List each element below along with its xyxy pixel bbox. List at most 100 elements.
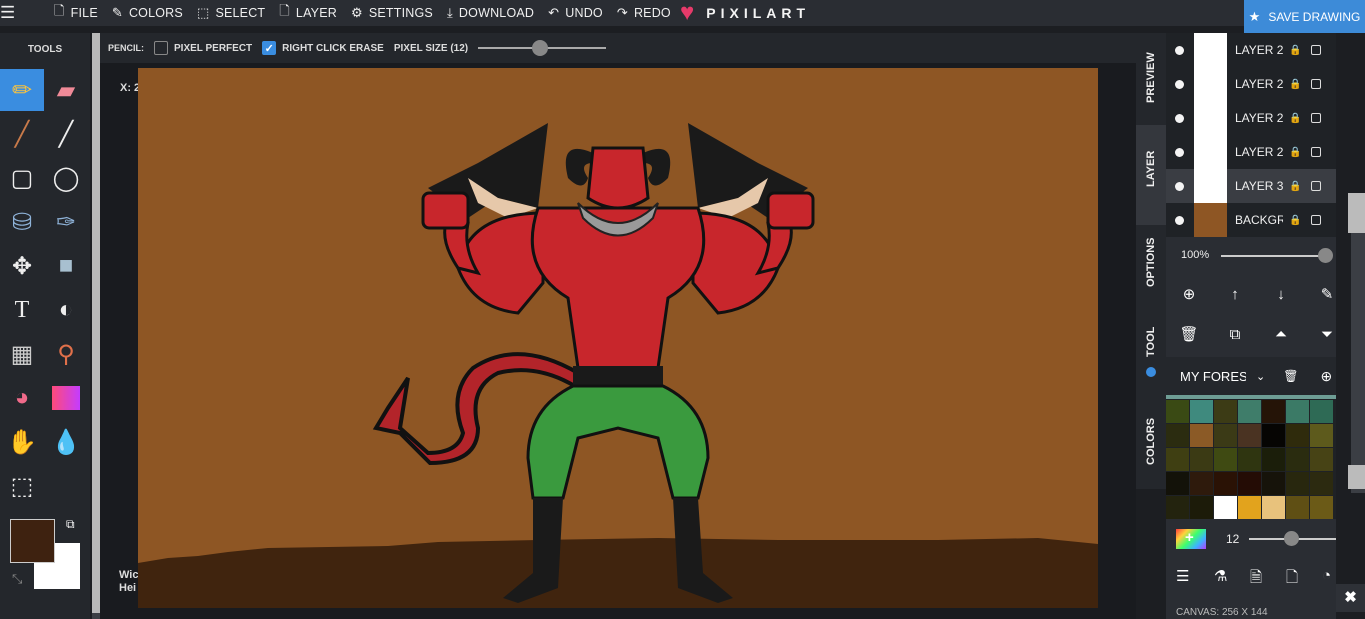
palette-color-swatch[interactable] xyxy=(1310,400,1333,423)
delete-layer-icon[interactable]: 🗑 xyxy=(1179,325,1199,345)
layer-row[interactable]: LAYER 28 🔒 xyxy=(1166,67,1336,101)
palette-color-swatch[interactable] xyxy=(1190,472,1213,495)
palette-color-swatch[interactable] xyxy=(1238,400,1261,423)
palette-color-swatch[interactable] xyxy=(1286,424,1309,447)
tab-layer[interactable]: LAYER xyxy=(1136,125,1166,225)
layer-opacity-slider[interactable] xyxy=(1221,248,1333,263)
merge-up-icon[interactable]: ⏶ xyxy=(1271,325,1291,345)
file-info-icon[interactable]: 🗎 xyxy=(1250,567,1262,592)
palette-color-swatch[interactable] xyxy=(1286,496,1309,519)
palette-name[interactable]: MY FORES xyxy=(1180,369,1246,384)
move-layer-down-icon[interactable]: ↓ xyxy=(1271,285,1291,305)
menu-undo[interactable]: ↶ UNDO xyxy=(548,5,603,21)
right-click-erase-checkbox[interactable]: ✓ xyxy=(262,41,277,55)
move-layer-up-icon[interactable]: ↑ xyxy=(1225,285,1245,305)
add-color-button[interactable]: + xyxy=(1176,529,1206,549)
palette-color-swatch[interactable] xyxy=(1166,424,1189,447)
select-tool[interactable]: ⬚ xyxy=(0,465,44,507)
palette-color-swatch[interactable] xyxy=(1238,496,1261,519)
menu-layer[interactable]: 🗋 LAYER xyxy=(279,2,337,24)
flask-icon[interactable]: ⚗ xyxy=(1214,567,1227,585)
palette-color-swatch[interactable] xyxy=(1310,448,1333,471)
palette-color-swatch[interactable] xyxy=(1166,472,1189,495)
close-icon[interactable]: ✖ xyxy=(1336,584,1365,612)
layer-select-checkbox[interactable] xyxy=(1311,181,1321,191)
visibility-icon[interactable] xyxy=(1175,45,1184,55)
menu-select[interactable]: ⬚ SELECT xyxy=(197,5,265,21)
menu-settings[interactable]: ⚙ SETTINGS xyxy=(351,5,433,21)
layer-select-checkbox[interactable] xyxy=(1311,215,1321,225)
pencil-tool[interactable]: ✏ xyxy=(0,69,44,111)
lighten-tool[interactable]: ◐ xyxy=(44,289,88,331)
visibility-icon[interactable] xyxy=(1175,181,1184,191)
opacity-knob[interactable] xyxy=(1318,248,1333,263)
code-file-icon[interactable]: 🗋 xyxy=(1286,567,1298,592)
save-drawing-button[interactable]: ★ SAVE DRAWING xyxy=(1244,0,1365,33)
scroll-thumb-top[interactable] xyxy=(1348,193,1365,233)
resize-arrows-icon[interactable]: ⤡ xyxy=(12,571,22,587)
layer-select-checkbox[interactable] xyxy=(1311,147,1321,157)
tab-preview[interactable]: PREVIEW xyxy=(1136,33,1166,125)
palette-color-swatch[interactable] xyxy=(1214,472,1237,495)
palette-color-swatch[interactable] xyxy=(1214,424,1237,447)
visibility-icon[interactable] xyxy=(1175,215,1184,225)
palette-color-swatch[interactable] xyxy=(1190,496,1213,519)
add-palette-icon[interactable]: ⊕ xyxy=(1320,368,1332,385)
palette-color-swatch[interactable] xyxy=(1262,448,1285,471)
brush-size-slider[interactable] xyxy=(1249,531,1336,546)
primary-color-swatch[interactable] xyxy=(10,519,55,563)
palette-color-swatch[interactable] xyxy=(1214,496,1237,519)
tab-tool[interactable]: TOOL xyxy=(1136,305,1166,385)
lock-icon[interactable]: 🔒 xyxy=(1289,147,1305,158)
palette-color-swatch[interactable] xyxy=(1238,448,1261,471)
layer-select-checkbox[interactable] xyxy=(1311,113,1321,123)
palette-color-swatch[interactable] xyxy=(1262,472,1285,495)
hamburger-menu-icon[interactable]: ☰ xyxy=(0,3,40,23)
layer-row[interactable]: LAYER 25 🔒 xyxy=(1166,33,1336,67)
gradient-tool[interactable] xyxy=(44,377,88,419)
brush-tool[interactable]: ╱ xyxy=(0,113,44,155)
duplicate-layer-icon[interactable]: ⧉ xyxy=(1225,325,1245,345)
tools-scrollbar[interactable] xyxy=(92,33,100,619)
palette-color-swatch[interactable] xyxy=(1286,448,1309,471)
list-icon[interactable]: ☰ xyxy=(1176,567,1189,585)
chevron-down-icon[interactable]: ⌄ xyxy=(1256,370,1265,383)
palette-color-swatch[interactable] xyxy=(1214,400,1237,423)
tab-options[interactable]: OPTIONS xyxy=(1136,225,1166,305)
layer-row[interactable]: BACKGROUND 🔒 xyxy=(1166,203,1336,237)
lock-icon[interactable]: 🔒 xyxy=(1289,113,1305,124)
dither-tool[interactable]: ▦ xyxy=(0,333,44,375)
palette-color-swatch[interactable] xyxy=(1238,424,1261,447)
merge-down-icon[interactable]: ⏷ xyxy=(1317,325,1337,345)
palette-color-swatch[interactable] xyxy=(1214,448,1237,471)
palette-color-swatch[interactable] xyxy=(1310,496,1333,519)
pixel-perfect-option[interactable]: PIXEL PERFECT xyxy=(154,41,252,55)
panel-scrollbar[interactable] xyxy=(1336,33,1365,619)
add-layer-icon[interactable]: ⊕ xyxy=(1179,285,1199,305)
palette-color-swatch[interactable] xyxy=(1310,424,1333,447)
palette-color-swatch[interactable] xyxy=(1286,472,1309,495)
right-click-erase-option[interactable]: ✓ RIGHT CLICK ERASE xyxy=(262,41,384,55)
palette-color-swatch[interactable] xyxy=(1166,400,1189,423)
drawing-canvas[interactable] xyxy=(138,68,1098,608)
bucket-tool[interactable]: ⛁ xyxy=(0,201,44,243)
eraser-tool[interactable]: ▰ xyxy=(44,69,88,111)
layer-select-checkbox[interactable] xyxy=(1311,79,1321,89)
layer-row[interactable]: LAYER 23 🔒 xyxy=(1166,135,1336,169)
brush-size-knob[interactable] xyxy=(1284,531,1299,546)
palette-color-swatch[interactable] xyxy=(1190,424,1213,447)
layer-select-checkbox[interactable] xyxy=(1311,45,1321,55)
menu-redo[interactable]: ↷ REDO xyxy=(617,5,671,21)
shape-tool[interactable]: ■ xyxy=(44,245,88,287)
layer-row-active[interactable]: LAYER 32 🔒 xyxy=(1166,169,1336,203)
visibility-icon[interactable] xyxy=(1175,79,1184,89)
lock-icon[interactable]: 🔒 xyxy=(1289,79,1305,90)
menu-file[interactable]: 🗋 FILE xyxy=(54,2,98,24)
palette-color-swatch[interactable] xyxy=(1190,448,1213,471)
delete-palette-icon[interactable]: 🗑 xyxy=(1283,369,1298,383)
palette-color-swatch[interactable] xyxy=(1262,496,1285,519)
palette-color-swatch[interactable] xyxy=(1166,448,1189,471)
stamp-tool[interactable]: ⚲ xyxy=(44,333,88,375)
line-tool[interactable]: ╱ xyxy=(44,113,88,155)
visibility-icon[interactable] xyxy=(1175,113,1184,123)
